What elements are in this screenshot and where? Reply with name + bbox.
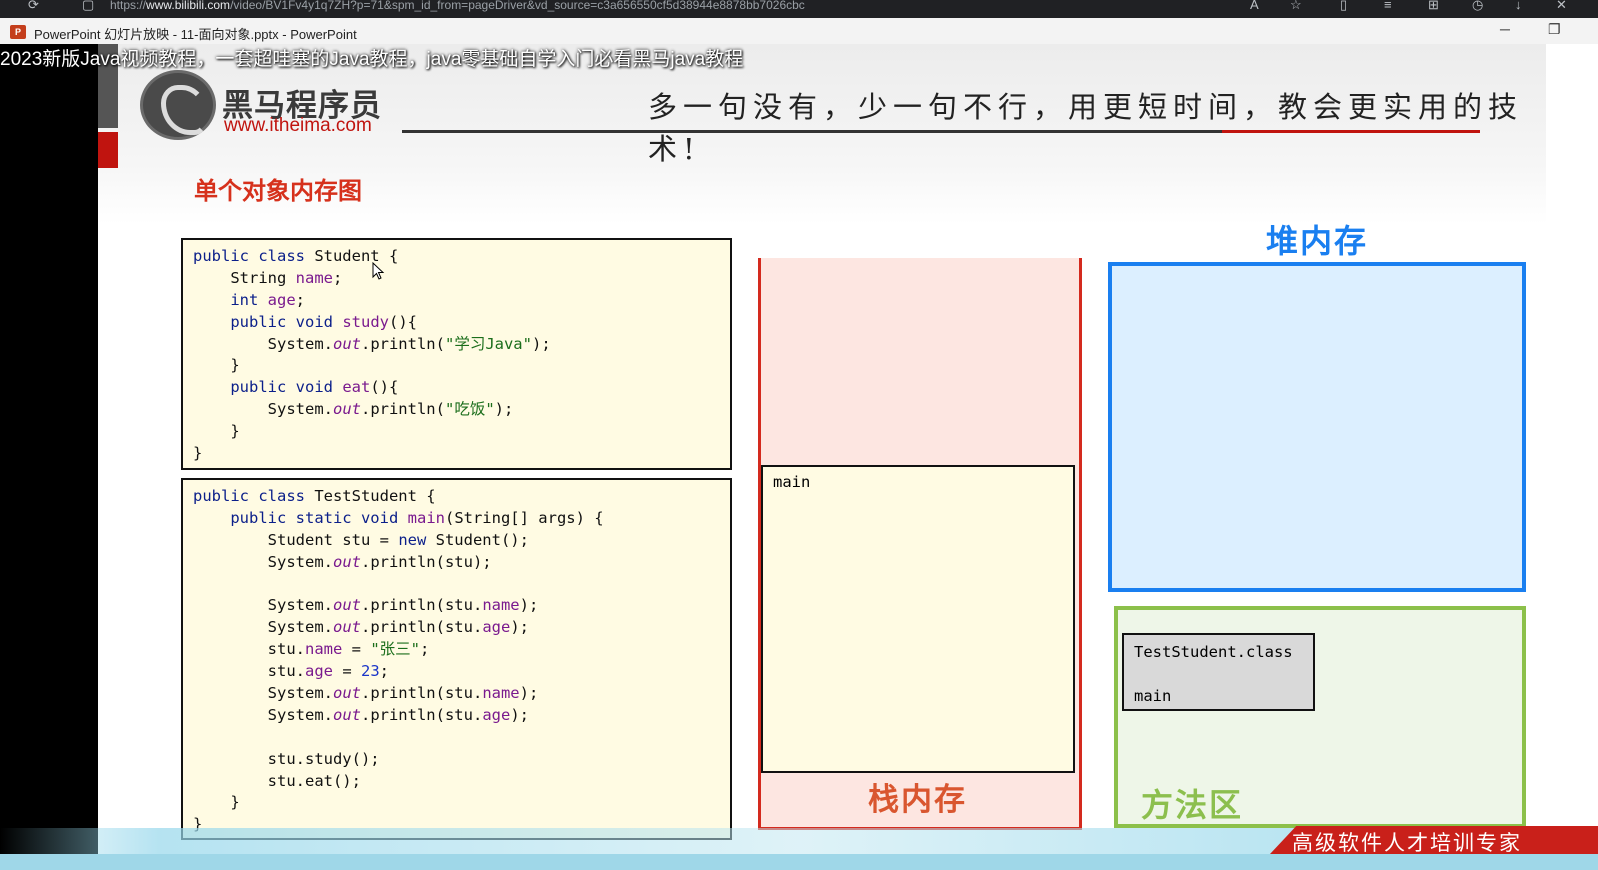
slide-side-mark-red (98, 132, 118, 168)
code-line: int age; (230, 290, 306, 309)
method-area-label: 方法区 (1141, 787, 1244, 823)
class-file-spacer (1134, 663, 1303, 685)
powerpoint-logo-icon: P (10, 25, 26, 39)
refresh-icon[interactable]: ⟳ (28, 0, 39, 11)
code-line: public class TestStudent { (193, 487, 436, 505)
code-line: System.out.println(stu.name); (193, 596, 539, 615)
stack-memory-label: 栈内存 (868, 782, 967, 817)
code-line: stu.name = "张三"; (193, 640, 430, 659)
window-title: PowerPoint 幻灯片放映 - 11-面向对象.pptx - PowerP… (34, 27, 357, 42)
restore-button[interactable]: ❐ (1548, 21, 1561, 38)
letterbox-left (0, 44, 98, 870)
download-icon[interactable]: ↓ (1515, 0, 1522, 11)
class-file-box: TestStudent.class main (1122, 633, 1315, 711)
code-line: } (193, 422, 240, 441)
class-file-name: TestStudent.class (1134, 643, 1293, 661)
powerpoint-title-bar: P PowerPoint 幻灯片放映 - 11-面向对象.pptx - Powe… (0, 18, 1598, 44)
code-line: Student stu = new Student(); (193, 530, 529, 549)
code-line: public void study(){ (230, 312, 417, 331)
main-frame-label: main (773, 473, 811, 491)
code-line: } (193, 793, 240, 812)
code-line: System.out.println(stu.age); (193, 618, 529, 637)
slide: 黑马程序员 www.itheima.com 多一句没有，少一句不行，用更短时间，… (98, 44, 1546, 854)
video-title: 2023新版Java视频教程，一套超哇塞的Java教程，java零基础自学入门必… (0, 49, 744, 70)
horse-logo-icon (140, 70, 216, 140)
code-line: stu.eat(); (193, 771, 361, 790)
code-line: String name; (193, 268, 343, 287)
slide-title: 单个对象内存图 (194, 178, 362, 205)
split-screen-icon[interactable]: ▯ (1340, 0, 1347, 11)
code-line: System.out.println("学习Java"); (193, 334, 551, 353)
favorite-icon[interactable]: ☆ (1290, 0, 1302, 11)
code-line: } (193, 356, 240, 375)
heap-memory-area (1108, 262, 1526, 592)
main-stack-frame: main (761, 465, 1075, 773)
extensions-icon[interactable]: ✕ (1556, 0, 1567, 11)
minimize-button[interactable]: ─ (1500, 21, 1510, 37)
history-icon[interactable]: ◷ (1472, 0, 1483, 11)
code-line: public static void main(String[] args) { (230, 508, 604, 527)
code-line: System.out.println(stu.name); (193, 684, 539, 703)
letterbox-right (1546, 44, 1598, 870)
code-line: System.out.println(stu.age); (193, 705, 529, 724)
code-line: } (193, 444, 203, 463)
code-line: public void eat(){ (230, 378, 399, 397)
code-line: public class Student { (193, 247, 399, 265)
code-line: stu.age = 23; (193, 662, 389, 681)
test-student-code: public class TestStudent { public static… (181, 478, 732, 840)
header-divider-accent (1222, 130, 1480, 133)
student-class-code: public class Student { String name; int … (181, 238, 732, 470)
code-line: System.out.println("吃饭"); (193, 400, 514, 419)
code-line: System.out.println(stu); (193, 552, 492, 571)
favorites-list-icon[interactable]: ≡ (1384, 0, 1392, 11)
code-line: stu.study(); (193, 749, 380, 768)
brand-url: www.itheima.com (224, 115, 372, 136)
heap-memory-label: 堆内存 (1266, 223, 1369, 259)
mouse-cursor-icon (372, 262, 385, 280)
class-file-method: main (1134, 687, 1172, 705)
address-bar[interactable]: https://www.bilibili.com/video/BV1Fv4y1q… (110, 0, 805, 11)
read-aloud-icon[interactable]: A (1250, 0, 1259, 11)
slogan: 多一句没有，少一句不行，用更短时间，教会更实用的技术! (648, 90, 1524, 166)
browser-toolbar: ⟳ ▢ https://www.bilibili.com/video/BV1Fv… (0, 0, 1598, 18)
lock-icon[interactable]: ▢ (82, 0, 94, 11)
collections-icon[interactable]: ⊞ (1428, 0, 1439, 11)
footer-slogan: 高级软件人才培训专家 (1292, 831, 1522, 855)
